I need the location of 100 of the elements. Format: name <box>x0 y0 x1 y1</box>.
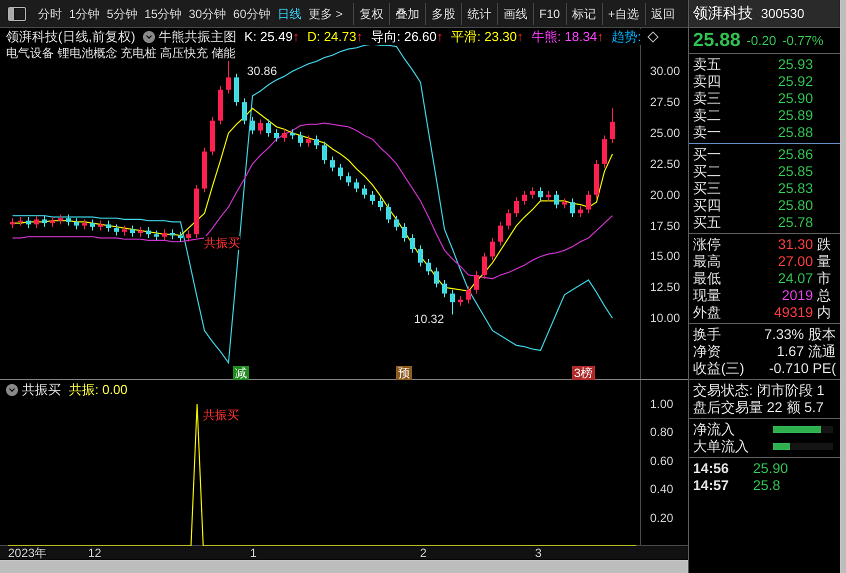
indicator-reading: 共振: 0.00 <box>69 382 128 398</box>
toolbar-button[interactable]: 多股 <box>425 2 460 24</box>
candle <box>130 225 135 238</box>
order-price: 25.90 <box>776 90 813 107</box>
candle <box>98 220 103 232</box>
candle <box>594 160 599 199</box>
order-level-label: 卖三 <box>693 90 722 107</box>
indicator-reading: 平滑: 23.30 <box>451 29 517 45</box>
stat-value: 49319 <box>773 304 813 321</box>
candle <box>154 230 159 241</box>
up-arrow: ↑ <box>356 29 363 45</box>
candle <box>58 214 63 225</box>
price-label: 10.32 <box>414 312 444 326</box>
candle <box>474 270 479 294</box>
date-label: 2023年 <box>8 546 47 560</box>
candle <box>338 163 343 180</box>
flow-label: 净流入 <box>693 421 736 438</box>
candle <box>218 86 223 125</box>
candle <box>610 108 615 144</box>
indicator-reading: 导向: 26.60 <box>370 29 437 45</box>
toolbar-button[interactable]: 叠加 <box>389 2 424 24</box>
candle <box>74 218 79 230</box>
order-level-label: 卖一 <box>693 124 722 141</box>
toolbar-button[interactable]: 统计 <box>461 2 496 24</box>
candle <box>234 73 239 106</box>
order-level-label: 买四 <box>693 197 722 214</box>
toolbar-button[interactable]: 标记 <box>566 2 601 24</box>
period-tab[interactable]: 30分钟 <box>186 4 230 22</box>
candle <box>42 215 47 228</box>
candle <box>354 178 359 193</box>
candle <box>50 216 55 228</box>
toolbar-button[interactable]: F10 <box>533 2 565 24</box>
price-axis-label: 15.00 <box>650 249 680 264</box>
stat-label: 量 <box>817 253 831 270</box>
candle <box>306 134 311 148</box>
candle <box>346 172 351 187</box>
candle <box>538 186 543 202</box>
price-axis-label: 30.00 <box>650 64 680 78</box>
price-axis-label: 22.50 <box>650 156 680 171</box>
candle <box>138 226 143 238</box>
order-price: 25.83 <box>776 180 813 197</box>
toolbar-button[interactable]: 复权 <box>353 2 388 24</box>
period-tab[interactable]: 分时 <box>35 4 65 22</box>
stat-value: 1.67 <box>776 343 804 360</box>
stat-label: 涨停 <box>693 236 722 253</box>
stat-label: 跌 <box>817 236 831 253</box>
stat-value: 7.33% <box>763 326 804 343</box>
axis-label: 0.60 <box>650 454 674 468</box>
after-hours-volume: 盘后交易量 22 额 5.7 <box>693 399 825 416</box>
chevron-down-icon[interactable] <box>6 384 18 396</box>
date-label: 3 <box>535 546 542 560</box>
order-level-label: 买二 <box>693 163 722 180</box>
candle <box>90 218 95 232</box>
candle <box>442 279 447 298</box>
date-label: 12 <box>88 546 102 560</box>
candle <box>578 205 583 218</box>
candle <box>378 196 383 212</box>
chevron-down-icon[interactable] <box>143 31 156 43</box>
signal-marker: 3榜 <box>572 366 595 380</box>
last-price: 25.88 <box>693 32 741 49</box>
price-axis-label: 10.00 <box>650 311 680 326</box>
stat-label: 换手 <box>693 326 722 343</box>
stock-name: 领湃科技 <box>693 5 753 22</box>
stat-label: 内 <box>817 304 831 321</box>
tick-price: 25.8 <box>753 477 780 494</box>
candle <box>34 215 39 229</box>
stat-label: 市 <box>817 270 831 287</box>
date-label: 2 <box>420 546 427 560</box>
order-price: 25.92 <box>776 73 813 90</box>
axis-label: 0.40 <box>650 482 674 496</box>
order-level-label: 买三 <box>693 180 722 197</box>
price-label: 30.86 <box>247 64 278 78</box>
panel-toggle-icon[interactable] <box>8 6 26 20</box>
candle <box>362 184 367 199</box>
period-tab[interactable]: 日线 <box>274 4 304 22</box>
order-level-label: 买五 <box>693 214 722 231</box>
candle <box>418 244 423 267</box>
stat-value: 2019 <box>780 287 813 304</box>
candle <box>290 128 295 140</box>
candle <box>402 222 407 242</box>
candle <box>554 190 559 209</box>
signal-label: 共振买 <box>204 236 240 250</box>
price-axis-label: 27.50 <box>650 95 680 110</box>
period-tab[interactable]: 60分钟 <box>230 4 274 22</box>
period-tab[interactable]: 5分钟 <box>104 4 140 22</box>
period-tab[interactable]: 1分钟 <box>66 4 103 22</box>
toolbar-button[interactable]: 返回 <box>645 2 680 24</box>
toolbar-button[interactable]: 画线 <box>497 2 532 24</box>
candle <box>210 116 215 156</box>
indicator-reading: 趋势: <box>612 29 642 45</box>
trade-status: 交易状态: 闭市阶段 1 <box>693 382 826 399</box>
candle <box>242 98 247 125</box>
up-arrow: ↑ <box>292 29 300 45</box>
candle <box>250 116 255 135</box>
period-tab[interactable]: 更多 > <box>305 4 346 22</box>
period-tab[interactable]: 15分钟 <box>141 4 185 22</box>
toolbar-button[interactable]: +自选 <box>602 2 644 24</box>
price-axis-label: 12.50 <box>650 280 680 294</box>
candle <box>386 202 391 224</box>
candle <box>570 198 575 218</box>
